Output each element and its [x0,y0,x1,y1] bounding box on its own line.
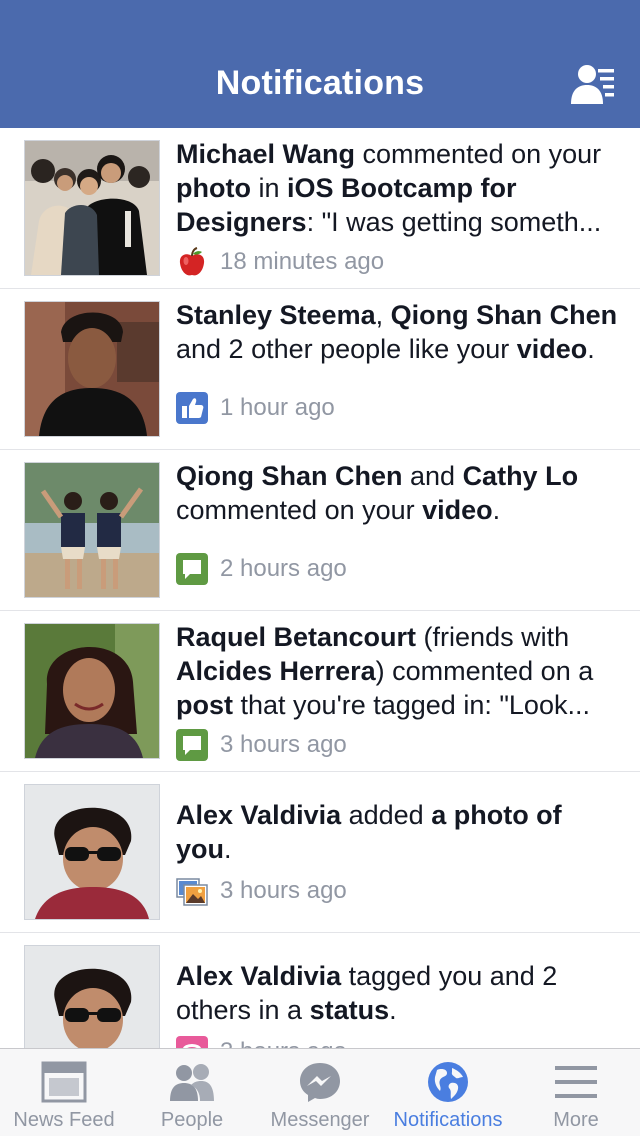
notification-text: Raquel Betancourt (friends with Alcides … [176,620,622,722]
text-segment: : "I was getting someth... [306,207,602,237]
timestamp: 2 hours ago [220,555,347,582]
actor-name[interactable]: Qiong Shan Chen [391,300,618,330]
notification-text: Michael Wang commented on your photo in … [176,137,622,239]
avatar [24,623,160,759]
notification-text: Qiong Shan Chen and Cathy Lo commented o… [176,459,622,527]
object-link[interactable]: photo [176,173,251,203]
tab-label: People [160,1109,224,1131]
text-segment: . [389,995,397,1025]
notification-item[interactable]: Michael Wang commented on your photo in … [0,128,640,289]
notification-text: Stanley Steema, Qiong Shan Chen and 2 ot… [176,298,622,366]
notification-text: Alex Valdivia added a photo of you. [176,798,622,866]
object-link[interactable]: video [422,495,493,525]
tab-notifications[interactable]: Notifications [384,1049,512,1136]
actor-name[interactable]: Alex Valdivia [176,961,341,991]
avatar [24,462,160,598]
messenger-icon [297,1061,343,1103]
notification-meta: 3 hours ago [176,874,347,908]
tab-news-feed[interactable]: News Feed [0,1049,128,1136]
timestamp: 3 hours ago [220,731,347,758]
news-feed-icon [41,1061,87,1103]
text-segment: . [224,834,232,864]
object-link[interactable]: post [176,690,233,720]
notification-meta: 18 minutes ago [176,245,384,279]
actor-name[interactable]: Michael Wang [176,139,355,169]
notification-meta: 3 hours ago [176,1035,347,1048]
tab-messenger[interactable]: Messenger [256,1049,384,1136]
actor-name[interactable]: Alcides Herrera [176,656,376,686]
notification-item[interactable]: Raquel Betancourt (friends with Alcides … [0,611,640,772]
text-segment: ) commented on a [375,656,594,686]
people-icon [169,1061,215,1103]
actor-name[interactable]: Stanley Steema [176,300,376,330]
globe-icon [425,1061,471,1103]
status-icon [176,1036,208,1048]
text-segment: added [341,800,432,830]
tab-label: Notifications [393,1109,503,1131]
notification-meta: 3 hours ago [176,728,347,762]
actor-name[interactable]: Alex Valdivia [176,800,341,830]
like-icon [176,392,208,424]
text-segment: that you're tagged in: "Look... [233,690,590,720]
avatar [24,945,160,1048]
friend-requests-button[interactable] [570,62,618,106]
actor-name[interactable]: Raquel Betancourt [176,622,416,652]
timestamp: 1 hour ago [220,394,335,421]
notification-item[interactable]: Qiong Shan Chen and Cathy Lo commented o… [0,450,640,611]
friend-requests-icon [571,65,614,104]
avatar [24,301,160,437]
text-segment: , [375,300,391,330]
text-segment: commented on your [355,139,602,169]
notification-meta: 2 hours ago [176,552,347,586]
photo-icon [176,875,208,907]
notification-item[interactable]: Alex Valdivia tagged you and 2 others in… [0,933,640,1048]
text-segment: . [587,334,595,364]
comment-icon [176,729,208,761]
text-segment: commented on your [176,495,423,525]
avatar [24,140,160,276]
actor-name[interactable]: Qiong Shan Chen [176,461,403,491]
text-segment: and 2 other people like your [176,334,517,364]
timestamp: 3 hours ago [220,1038,347,1048]
tab-label: More [553,1109,599,1131]
tab-label: News Feed [13,1109,115,1131]
tab-label: Messenger [270,1109,370,1131]
tab-people[interactable]: People [128,1049,256,1136]
notifications-list: Michael Wang commented on your photo in … [0,128,640,1048]
text-segment: . [492,495,501,525]
text-segment: (friends with [416,622,570,652]
notification-meta: 1 hour ago [176,391,335,425]
actor-name[interactable]: Cathy Lo [463,461,579,491]
avatar [24,784,160,920]
notification-item[interactable]: Alex Valdivia added a photo of you. 3 ho… [0,772,640,933]
tab-bar: News Feed People Messenger Notifications… [0,1048,640,1136]
menu-icon [553,1061,599,1103]
apple-icon [176,246,208,278]
text-segment: and [402,461,463,491]
timestamp: 3 hours ago [220,877,347,904]
object-link[interactable]: video [517,334,588,364]
comment-icon [176,553,208,585]
navigation-bar: Notifications [0,0,640,128]
page-title: Notifications [215,64,425,102]
object-link[interactable]: status [310,995,390,1025]
notification-item[interactable]: Stanley Steema, Qiong Shan Chen and 2 ot… [0,289,640,450]
tab-more[interactable]: More [512,1049,640,1136]
text-segment: in [250,173,287,203]
timestamp: 18 minutes ago [220,248,385,275]
notification-text: Alex Valdivia tagged you and 2 others in… [176,959,622,1027]
